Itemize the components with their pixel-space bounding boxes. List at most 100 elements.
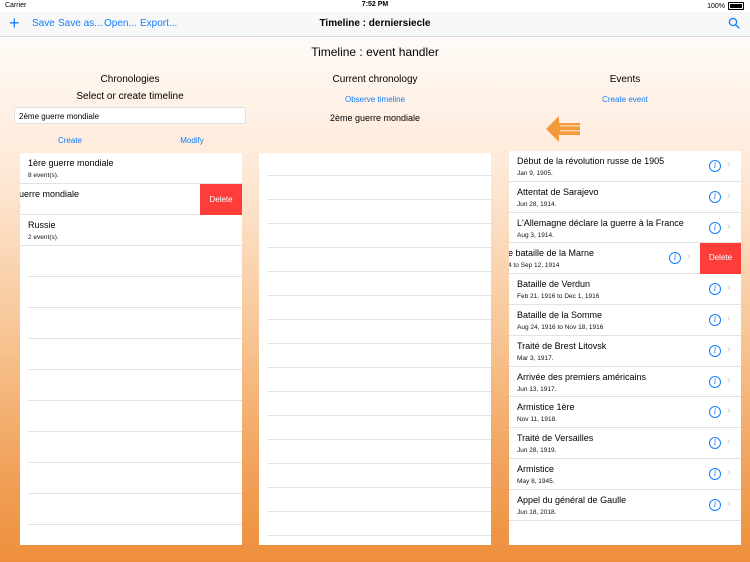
empty-row-separator: [28, 462, 242, 463]
empty-row-separator: [267, 343, 491, 344]
empty-row-separator: [267, 487, 491, 488]
event-title: Armistice: [517, 464, 555, 474]
item-title: uerre mondiale: [20, 189, 80, 199]
current-chronology-title: Current chronology: [332, 74, 418, 85]
info-icon[interactable]: i: [709, 406, 721, 419]
chronologies-list: 1ère guerre mondiale 8 event(s). uerre m…: [20, 153, 242, 545]
search-icon[interactable]: [728, 17, 740, 29]
info-icon[interactable]: i: [709, 498, 721, 511]
event-title: Appel du général de Gaulle: [517, 494, 627, 505]
timeline-name-input[interactable]: 2ème guerre mondiale: [14, 107, 246, 124]
arrow-left-icon: [546, 116, 580, 142]
event-date: Mar 3, 1917.: [517, 354, 554, 362]
current-chronology-list: [259, 153, 491, 545]
empty-row-separator: [28, 524, 242, 525]
event-row[interactable]: Bataille de Verdun Feb 21, 1916 to Dec 1,…: [509, 274, 741, 305]
event-row[interactable]: Appel du général de Gaulle Jun 18, 2018. i…: [509, 490, 741, 521]
modify-button[interactable]: Modify: [162, 136, 222, 145]
event-row[interactable]: Traité de Brest Litovsk Mar 3, 1917. i ›: [509, 336, 741, 367]
empty-row-separator: [267, 511, 491, 512]
event-title: Début de la révolution russe de 1905: [517, 156, 665, 166]
event-row[interactable]: Traité de Versailles Jun 28, 1919. i ›: [509, 428, 741, 459]
navigation-bar: + Save Save as... Open... Export... Time…: [0, 12, 750, 37]
empty-row-separator: [28, 369, 242, 370]
info-icon[interactable]: i: [709, 375, 721, 388]
create-event-button[interactable]: Create event: [565, 95, 685, 104]
info-icon[interactable]: i: [709, 190, 721, 203]
item-subtitle: 2 event(s).: [28, 234, 59, 241]
item-subtitle: 8 event(s).: [28, 172, 59, 179]
empty-row-separator: [28, 338, 242, 339]
event-row[interactable]: L'Allemagne déclare la guerre à la Franc…: [509, 213, 741, 244]
info-icon[interactable]: i: [709, 160, 721, 172]
event-title: Traité de Brest Litovsk: [517, 340, 607, 351]
event-date: Jan 9, 1905.: [517, 170, 553, 177]
delete-button[interactable]: Delete: [200, 184, 242, 215]
events-list: Début de la révolution russe de 1905 Jan …: [509, 151, 741, 545]
empty-row-separator: [28, 493, 242, 494]
empty-row-separator: [267, 415, 491, 416]
empty-row-separator: [267, 319, 491, 320]
battery-icon: [728, 2, 744, 10]
delete-button[interactable]: Delete: [700, 243, 741, 275]
event-date: May 8, 1945.: [517, 478, 555, 485]
chevron-right-icon: ›: [727, 374, 731, 386]
empty-row-separator: [267, 223, 491, 224]
chronologies-subtitle: Select or create timeline: [76, 91, 184, 102]
info-icon[interactable]: i: [709, 344, 721, 357]
empty-row-separator: [267, 535, 491, 536]
empty-row-separator: [267, 247, 491, 248]
empty-row-separator: [267, 199, 491, 200]
empty-row-separator: [267, 271, 491, 272]
events-title: Events: [609, 74, 641, 85]
info-icon[interactable]: i: [709, 221, 721, 234]
info-icon[interactable]: i: [669, 252, 681, 265]
empty-row-separator: [28, 307, 242, 308]
event-row[interactable]: Armistice May 8, 1945. i ›: [509, 459, 741, 490]
page-title: Timeline : event handler: [311, 45, 439, 59]
empty-row-separator: [28, 276, 242, 277]
status-bar: Carrier 7:52 PM 100%: [0, 0, 750, 12]
event-date: Jun 13, 1917.: [517, 385, 557, 393]
event-title: e bataille de la Marne: [509, 248, 595, 259]
observe-timeline-button[interactable]: Observe timeline: [300, 95, 450, 104]
empty-row-separator: [267, 439, 491, 440]
event-row[interactable]: Bataille de la Somme Aug 24, 1916 to Nov …: [509, 305, 741, 336]
chevron-right-icon: ›: [727, 189, 731, 201]
item-title: 1ère guerre mondiale: [28, 158, 114, 168]
event-row[interactable]: Arrivée des premiers américains Jun 13, 1…: [509, 367, 741, 398]
event-title: Attentat de Sarajevo: [517, 186, 599, 197]
chevron-right-icon: ›: [687, 251, 691, 263]
info-icon[interactable]: i: [709, 468, 721, 480]
chronologies-title: Chronologies: [100, 74, 160, 85]
event-date: Feb 21, 1916 to Dec 1, 1916: [517, 293, 600, 301]
chevron-right-icon: ›: [727, 343, 731, 355]
chevron-right-icon: ›: [727, 405, 731, 417]
empty-row-separator: [267, 367, 491, 368]
create-button[interactable]: Create: [40, 136, 100, 145]
event-title: Traité de Versailles: [517, 433, 594, 444]
empty-row-separator: [267, 175, 491, 176]
list-item[interactable]: uerre mondiale . Delete: [20, 184, 242, 215]
nav-title: Timeline : derniersiecle: [319, 18, 431, 29]
event-date: Jun 18, 2018.: [517, 508, 557, 516]
info-icon[interactable]: i: [709, 283, 721, 296]
chevron-right-icon: ›: [727, 497, 731, 509]
event-row[interactable]: e bataille de la Marne 4 to Sep 12, 1914 i…: [509, 243, 741, 275]
event-date: Jun 28, 1919.: [517, 447, 557, 455]
event-date: Aug 24, 1916 to Nov 18, 1916: [517, 324, 604, 331]
event-row[interactable]: Armistice 1ère Nov 11, 1918. i ›: [509, 397, 741, 429]
current-chronology-name: 2ème guerre mondiale: [329, 113, 421, 123]
event-row[interactable]: Début de la révolution russe de 1905 Jan …: [509, 151, 741, 182]
event-row[interactable]: Attentat de Sarajevo Jun 28, 1914. i ›: [509, 182, 741, 213]
event-date: 4 to Sep 12, 1914: [509, 262, 560, 270]
list-item[interactable]: 1ère guerre mondiale 8 event(s).: [20, 153, 242, 184]
item-subtitle: .: [20, 203, 21, 210]
chevron-right-icon: ›: [727, 220, 731, 232]
info-icon[interactable]: i: [709, 314, 721, 326]
event-title: L'Allemagne déclare la guerre à la Franc…: [517, 217, 684, 228]
list-item[interactable]: Russie 2 event(s).: [20, 215, 242, 246]
info-icon[interactable]: i: [709, 437, 721, 450]
event-title: Armistice 1ère: [517, 402, 575, 413]
empty-row-separator: [267, 391, 491, 392]
